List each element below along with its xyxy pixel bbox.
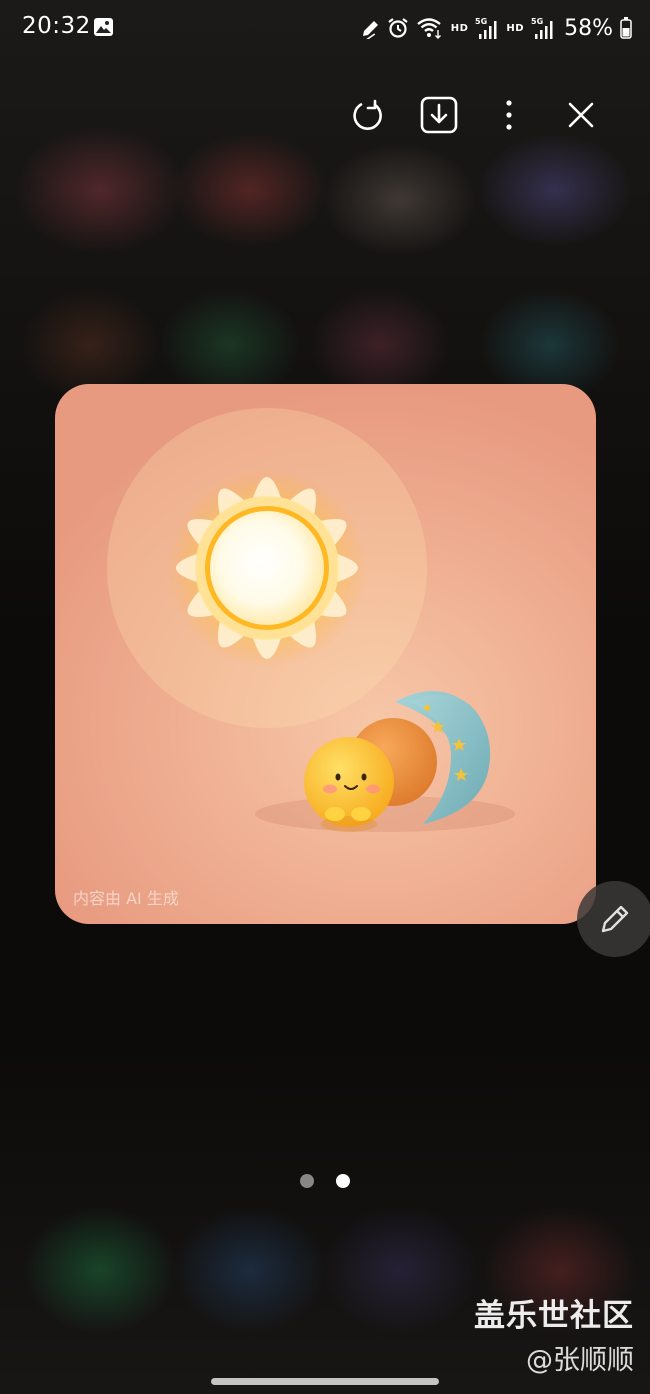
status-time: 20:32 xyxy=(22,13,91,39)
image-viewer-screen: 20:32 HD 5G HD 5G 58% 内容由 AI 生成 盖乐世社区 @张… xyxy=(0,0,650,1394)
page-indicator xyxy=(300,1174,350,1188)
rotate-button[interactable] xyxy=(345,92,391,138)
hd-badge: HD xyxy=(450,22,469,34)
signal-5g-icon: 5G xyxy=(475,17,497,39)
battery-percent: 58% xyxy=(564,15,613,41)
user-watermark: @张顺顺 xyxy=(526,1345,634,1376)
pen-icon xyxy=(362,21,378,39)
ai-generated-watermark: 内容由 AI 生成 xyxy=(73,889,179,908)
network-label: 5G xyxy=(531,17,543,26)
more-icon xyxy=(506,100,512,130)
page-dot-1[interactable] xyxy=(300,1174,314,1188)
battery-icon xyxy=(620,17,632,39)
sun-lamp xyxy=(167,468,367,668)
status-bar: 20:32 HD 5G HD 5G 58% xyxy=(0,0,650,56)
alarm-icon xyxy=(388,18,408,38)
page-dot-2[interactable] xyxy=(336,1174,350,1188)
status-icons: HD 5G HD 5G 58% xyxy=(360,13,632,43)
rotate-icon xyxy=(353,99,382,130)
image-preview[interactable]: 内容由 AI 生成 xyxy=(55,384,596,924)
forum-watermark: 盖乐世社区 xyxy=(474,1298,634,1334)
edit-button[interactable] xyxy=(577,881,650,957)
ai-image-illustration xyxy=(107,408,515,832)
close-icon xyxy=(568,102,594,128)
download-button[interactable] xyxy=(416,92,462,138)
signal-5g-icon: 5G xyxy=(531,17,553,39)
download-icon xyxy=(420,96,458,134)
close-button[interactable] xyxy=(558,92,604,138)
more-options-button[interactable] xyxy=(486,92,532,138)
wifi-icon xyxy=(416,18,441,39)
network-label: 5G xyxy=(475,17,487,26)
home-indicator[interactable] xyxy=(211,1378,439,1385)
hd-badge: HD xyxy=(506,22,525,34)
pencil-icon xyxy=(601,905,629,933)
gallery-icon xyxy=(94,18,113,36)
